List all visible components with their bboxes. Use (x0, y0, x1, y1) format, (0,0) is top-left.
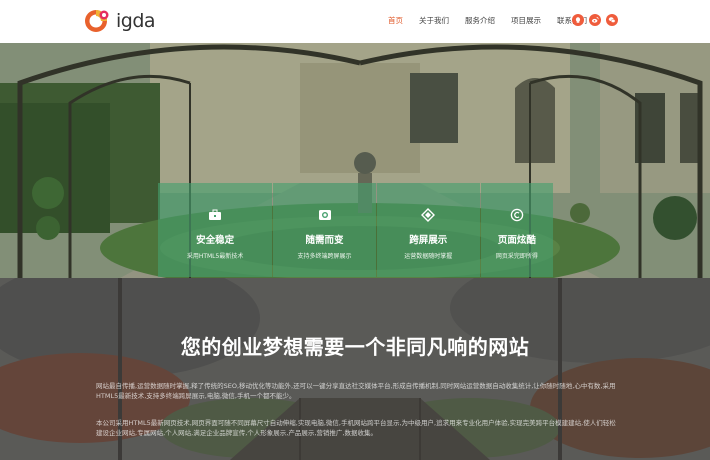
feature-description: 运营数据随时掌握 (404, 253, 453, 260)
feature-strip: 安全稳定 采用HTML5最新技术 随需而变 支持多终端跨屏展示 跨屏展示 运营数… (158, 183, 553, 277)
feature-card-crossscreen[interactable]: 跨屏展示 运营数据随时掌握 (376, 183, 480, 277)
brand-name: igda (116, 10, 156, 32)
intro-section: 您的创业梦想需要一个非同凡响的网站 网站最自传播,运营数据随时掌握,释了传统的S… (0, 278, 710, 460)
intro-paragraph: 本公司采用HTML5最新网页技术,网页界面可随不同屏幕尺寸自动伸缩,实现电脑,微… (96, 419, 616, 437)
main-nav: 首页 关于我们 服务介绍 项目展示 联系我们 (388, 14, 603, 28)
wechat-icon[interactable] (606, 14, 618, 26)
site-header: igda 首页 关于我们 服务介绍 项目展示 联系我们 (0, 0, 710, 43)
feature-title: 安全稳定 (196, 235, 235, 246)
feature-description: 采用HTML5最新技术 (186, 253, 244, 260)
qq-icon[interactable] (572, 14, 584, 26)
intro-paragraph: 网站最自传播,运营数据随时掌握,释了传统的SEO,移动优化等功能外,还可以一键分… (96, 382, 616, 400)
feature-card-cool[interactable]: 页面炫酷 网页采完即所得 (480, 183, 553, 277)
layers-icon (421, 208, 436, 222)
feature-title: 跨屏展示 (409, 235, 448, 246)
intro-headline: 您的创业梦想需要一个非同凡响的网站 (180, 335, 530, 359)
feature-title: 页面炫酷 (497, 235, 536, 246)
logo-mark-icon (85, 10, 109, 32)
briefcase-icon (209, 209, 222, 220)
nav-services[interactable]: 服务介绍 (465, 14, 495, 28)
nav-home[interactable]: 首页 (388, 14, 403, 28)
nav-about[interactable]: 关于我们 (419, 14, 449, 28)
logo[interactable]: igda (82, 6, 156, 36)
feature-description: 支持多终端跨屏展示 (297, 253, 352, 260)
social-links (572, 14, 618, 26)
copyright-icon (510, 208, 524, 222)
feature-title: 随需而变 (305, 235, 344, 246)
feature-card-adaptive[interactable]: 随需而变 支持多终端跨屏展示 (273, 183, 376, 277)
feature-card-security[interactable]: 安全稳定 采用HTML5最新技术 (158, 183, 273, 277)
nav-projects[interactable]: 项目展示 (511, 14, 541, 28)
camera-icon (318, 210, 331, 220)
weibo-icon[interactable] (589, 14, 601, 26)
feature-description: 网页采完即所得 (495, 253, 538, 260)
